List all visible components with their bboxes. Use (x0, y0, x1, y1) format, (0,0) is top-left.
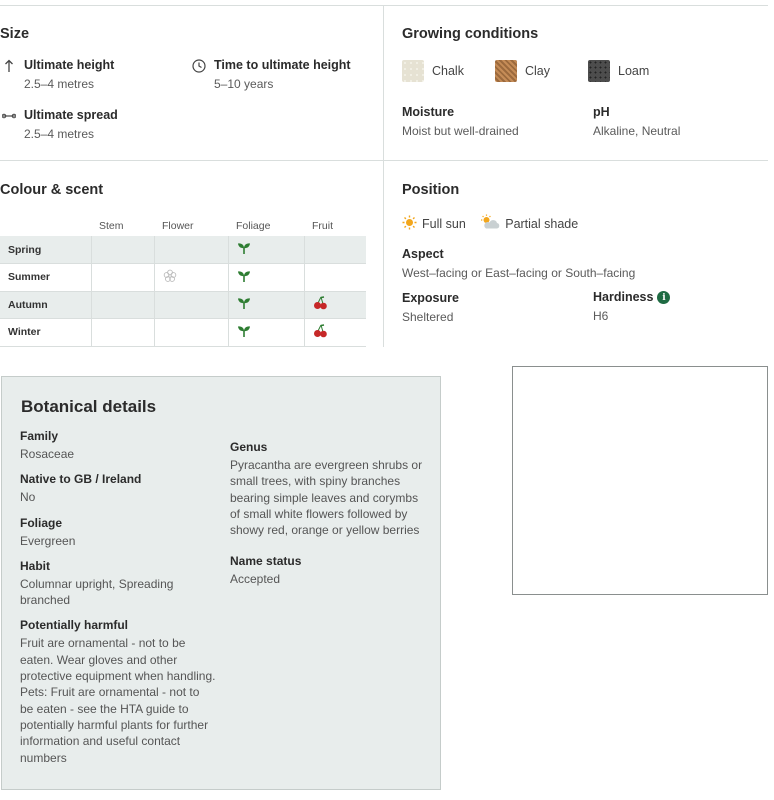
native: Native to GB / Ireland No (20, 472, 216, 505)
leaf-icon (237, 298, 251, 312)
season-autumn: Autumn (0, 291, 92, 319)
hardiness: Hardiness i H6 (593, 290, 671, 324)
foliage-value: Evergreen (20, 533, 76, 548)
foliage: Foliage Evergreen (20, 516, 216, 549)
habit-value: Columnar upright, Spreading branched (20, 576, 174, 608)
column-foliage: Foliage (236, 220, 271, 232)
sun-exposure: Full sun Partial shade (402, 214, 588, 235)
habit-label: Habit (20, 558, 50, 573)
hardiness-label: Hardiness (593, 290, 654, 304)
soil-chalk-label: Chalk (432, 64, 464, 78)
column-flower: Flower (162, 220, 194, 232)
soil-loam: Loam (588, 60, 649, 82)
plant-image-frame (512, 366, 768, 595)
foliage-label: Foliage (20, 515, 63, 530)
name-status: Name status Accepted (230, 554, 430, 587)
soil-clay: Clay (495, 60, 550, 82)
colour-scent-title: Colour & scent (0, 182, 104, 198)
growing-conditions-title: Growing conditions (402, 26, 539, 42)
position-title: Position (402, 182, 460, 198)
ultimate-spread-label: Ultimate spread (24, 108, 118, 122)
native-value: No (20, 490, 36, 505)
time-to-height-value: 5–10 years (214, 77, 274, 91)
name-status-label: Name status (230, 554, 302, 569)
info-icon[interactable]: i (657, 291, 671, 305)
aspect-label: Aspect (402, 247, 444, 261)
habit: Habit Columnar upright, Spreading branch… (20, 559, 216, 609)
botanical-left-column: Family Rosaceae Native to GB / Ireland N… (20, 429, 216, 776)
ph-label: pH (593, 105, 610, 119)
moisture-value: Moist but well-drained (402, 124, 519, 138)
genus-label: Genus (230, 440, 268, 454)
full-sun-label: Full sun (422, 217, 466, 231)
ultimate-height: Ultimate height 2.5–4 metres (2, 58, 114, 92)
table-row: Summer (0, 263, 366, 292)
full-sun: Full sun (402, 215, 466, 233)
botanical-right-column: Genus Pyracantha are evergreen shrubs or… (230, 440, 430, 598)
name-status-value: Accepted (230, 572, 281, 587)
leaf-icon (237, 271, 251, 285)
flower-icon (163, 269, 177, 286)
column-fruit: Fruit (312, 220, 333, 232)
exposure-value: Sheltered (402, 310, 454, 324)
size-title: Size (0, 26, 30, 42)
leaf-icon (237, 326, 251, 340)
ph-value: Alkaline, Neutral (593, 124, 681, 138)
soil-chalk: Chalk (402, 60, 464, 82)
partial-shade-label: Partial shade (505, 216, 579, 231)
genus-value: Pyracantha are evergreen shrubs or small… (230, 458, 423, 538)
ultimate-height-label: Ultimate height (24, 58, 115, 72)
partial-shade: Partial shade (480, 214, 578, 233)
table-header-row: Stem Flower Foliage Fruit (0, 216, 366, 236)
clay-swatch-icon (495, 60, 517, 82)
time-to-height: Time to ultimate height 5–10 years (192, 58, 351, 92)
ultimate-height-value: 2.5–4 metres (24, 77, 95, 91)
colour-scent-table: Stem Flower Foliage Fruit Spring Summer … (0, 216, 366, 347)
family-label: Family (20, 429, 59, 443)
exposure-label: Exposure (402, 291, 459, 305)
berries-icon (313, 296, 328, 313)
table-row: Spring (0, 236, 366, 264)
middle-divider (0, 160, 768, 161)
berries-icon (313, 324, 328, 341)
season-summer: Summer (0, 263, 92, 292)
harmful-label: Potentially harmful (20, 618, 129, 633)
moisture-label: Moisture (402, 105, 455, 119)
spread-arrow-icon (2, 108, 16, 124)
ph: pH Alkaline, Neutral (593, 105, 680, 139)
moisture: Moisture Moist but well-drained (402, 105, 519, 139)
chalk-swatch-icon (402, 60, 424, 82)
season-spring: Spring (0, 236, 92, 264)
ultimate-spread: Ultimate spread 2.5–4 metres (2, 108, 118, 142)
partial-shade-icon (480, 214, 500, 233)
aspect-value: West–facing or East–facing or South–faci… (402, 266, 636, 280)
native-label: Native to GB / Ireland (20, 472, 142, 487)
potentially-harmful: Potentially harmful Fruit are ornamental… (20, 618, 216, 765)
column-stem: Stem (99, 220, 124, 232)
botanical-details-title: Botanical details (21, 397, 157, 416)
soil-clay-label: Clay (525, 64, 551, 78)
hardiness-heading: Hardiness i (593, 290, 671, 305)
botanical-details-panel: Botanical details Family Rosaceae Native… (1, 376, 441, 790)
height-arrow-icon (2, 58, 16, 74)
loam-swatch-icon (588, 60, 610, 82)
soil-loam-label: Loam (618, 64, 650, 78)
ultimate-spread-value: 2.5–4 metres (24, 127, 95, 141)
table-row: Autumn (0, 291, 366, 319)
harmful-value: Fruit are ornamental - not to be eaten. … (20, 636, 216, 765)
top-divider (0, 5, 768, 6)
family: Family Rosaceae (20, 429, 216, 462)
column-divider (383, 5, 384, 347)
leaf-icon (237, 243, 251, 257)
time-to-height-label: Time to ultimate height (214, 58, 351, 72)
genus: Genus Pyracantha are evergreen shrubs or… (230, 440, 430, 538)
hardiness-value: H6 (593, 309, 609, 324)
clock-icon (192, 58, 206, 74)
season-winter: Winter (0, 318, 92, 347)
table-row: Winter (0, 318, 366, 347)
exposure: Exposure Sheltered (402, 291, 459, 325)
sun-icon (402, 215, 417, 233)
aspect: Aspect West–facing or East–facing or Sou… (402, 247, 635, 281)
family-value: Rosaceae (20, 447, 75, 461)
